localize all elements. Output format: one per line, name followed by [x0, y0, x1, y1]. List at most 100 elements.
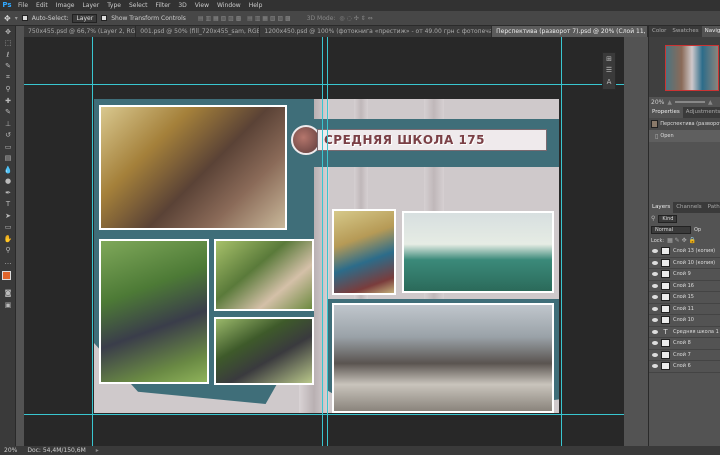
- pen-tool-icon[interactable]: ✒: [0, 187, 16, 199]
- layer-row[interactable]: Слой 7: [649, 350, 720, 361]
- photo-stairs-group[interactable]: [332, 303, 554, 413]
- properties-panel-icon[interactable]: ☰: [603, 65, 615, 77]
- shape-tool-icon[interactable]: ▭: [0, 222, 16, 234]
- photo-group-bench[interactable]: [402, 211, 554, 293]
- history-open-row[interactable]: ▯ Open: [649, 130, 720, 142]
- 3d-tools-icons[interactable]: ◎ ◌ ✣ ⇕ ⇔: [339, 15, 372, 22]
- eye-icon[interactable]: [652, 318, 658, 323]
- eraser-icon[interactable]: ▭: [0, 141, 16, 153]
- menu-3d[interactable]: 3D: [174, 0, 190, 11]
- navigator-thumbnail[interactable]: [665, 45, 719, 91]
- navigator-preview[interactable]: [649, 37, 720, 97]
- menu-edit[interactable]: Edit: [32, 0, 52, 11]
- eye-icon[interactable]: [652, 329, 658, 334]
- move-tool-icon[interactable]: ✥: [4, 14, 11, 23]
- menu-help[interactable]: Help: [245, 0, 267, 11]
- layer-row[interactable]: Слой 10 (копия): [649, 258, 720, 269]
- zoom-slider[interactable]: [674, 101, 705, 103]
- eyedropper-icon[interactable]: ⚲: [0, 84, 16, 96]
- tab-swatches[interactable]: Swatches: [669, 26, 701, 37]
- title-banner[interactable]: СРЕДНЯЯ ШКОЛА 175: [291, 125, 547, 155]
- path-select-icon[interactable]: ➤: [0, 210, 16, 222]
- healing-brush-icon[interactable]: ✚: [0, 95, 16, 107]
- foreground-color[interactable]: [2, 270, 11, 280]
- canvas-area[interactable]: СРЕДНЯЯ ШКОЛА 175: [24, 37, 624, 446]
- kind-dropdown[interactable]: Kind: [658, 214, 678, 223]
- menu-items: File Edit Image Layer Type Select Filter 3D View…: [14, 0, 266, 11]
- show-transform-checkbox[interactable]: [101, 15, 108, 21]
- layer-name: Слой 10 (копия): [673, 259, 716, 266]
- layer-row[interactable]: Слой 9: [649, 269, 720, 281]
- menu-image[interactable]: Image: [52, 0, 79, 11]
- move-tool-icon[interactable]: ✥: [0, 26, 16, 38]
- history-panel-icon[interactable]: ⊞: [603, 53, 615, 65]
- marquee-tool-icon[interactable]: ⬚: [0, 38, 16, 50]
- zoom-tool-icon[interactable]: ⚲: [0, 245, 16, 257]
- dodge-tool-icon[interactable]: ●: [0, 176, 16, 188]
- layer-row[interactable]: T Средняя школа 1: [649, 327, 720, 338]
- menu-type[interactable]: Type: [103, 0, 125, 11]
- crop-tool-icon[interactable]: ⌗: [0, 72, 16, 84]
- photo-tree-group[interactable]: [214, 239, 314, 311]
- tab-color[interactable]: Color: [649, 26, 669, 37]
- lasso-tool-icon[interactable]: ℓ: [0, 49, 16, 61]
- photo-group-outdoor[interactable]: [99, 239, 209, 384]
- tab-properties[interactable]: Properties: [649, 107, 683, 118]
- menu-view[interactable]: View: [191, 0, 213, 11]
- eye-icon[interactable]: [652, 249, 658, 254]
- blur-tool-icon[interactable]: 💧: [0, 164, 16, 176]
- document-tab[interactable]: 1200x450.psd @ 100% (фотокнига «престиж»…: [260, 26, 493, 37]
- layer-row[interactable]: Слой 10: [649, 315, 720, 327]
- document-tab[interactable]: 750x455.psd @ 66,7% (Layer 2, RGB/... ×: [24, 26, 137, 37]
- status-arrow-icon[interactable]: ▸: [96, 447, 99, 454]
- menu-select[interactable]: Select: [125, 0, 152, 11]
- quick-mask-icon[interactable]: ◙: [0, 288, 16, 300]
- navigator-zoom[interactable]: 20% ▲ ▲: [649, 97, 720, 107]
- color-swatches[interactable]: [0, 268, 15, 288]
- menu-layer[interactable]: Layer: [78, 0, 103, 11]
- auto-select-checkbox[interactable]: [21, 15, 28, 21]
- layer-row[interactable]: Слой 11: [649, 304, 720, 315]
- document-tab[interactable]: 001.psd @ 50% (fill_720x455_sam, RGB/8#)…: [136, 26, 261, 37]
- lock-icons[interactable]: ▦ ✎ ✥ 🔒: [667, 237, 696, 244]
- history-brush-icon[interactable]: ↺: [0, 130, 16, 142]
- tab-channels[interactable]: Channels: [673, 202, 704, 213]
- hand-tool-icon[interactable]: ✋: [0, 233, 16, 245]
- history-snapshot[interactable]: Перспектива (разворот 7).psd: [649, 118, 720, 130]
- photo-park-group[interactable]: [214, 317, 314, 385]
- type-tool-icon[interactable]: T: [0, 199, 16, 211]
- eye-icon[interactable]: [652, 352, 658, 357]
- layer-row[interactable]: Слой 6: [649, 361, 720, 373]
- eye-icon[interactable]: [652, 272, 658, 277]
- eye-icon[interactable]: [652, 283, 658, 288]
- blend-mode-dropdown[interactable]: Normal: [651, 225, 691, 234]
- menu-window[interactable]: Window: [213, 0, 245, 11]
- eye-icon[interactable]: [652, 295, 658, 300]
- brush-tool-icon[interactable]: ✎: [0, 107, 16, 119]
- menu-filter[interactable]: Filter: [152, 0, 175, 11]
- more-tools-icon[interactable]: …: [0, 256, 16, 268]
- layer-row[interactable]: Слой 15: [649, 292, 720, 304]
- layer-row[interactable]: Слой 16: [649, 281, 720, 292]
- photo-classroom[interactable]: [99, 105, 287, 230]
- eye-icon[interactable]: [652, 306, 658, 311]
- eye-icon[interactable]: [652, 260, 658, 265]
- auto-select-dropdown[interactable]: Layer: [72, 13, 98, 23]
- photo-two-girls[interactable]: [332, 209, 396, 295]
- clone-stamp-icon[interactable]: ⊥: [0, 118, 16, 130]
- layer-row[interactable]: Слой 8: [649, 338, 720, 350]
- character-panel-icon[interactable]: A: [603, 76, 615, 88]
- menu-file[interactable]: File: [14, 0, 32, 11]
- document-tab[interactable]: Перспектива (разворот 7).psd @ 20% (Слой…: [492, 26, 648, 37]
- eye-icon[interactable]: [652, 341, 658, 346]
- layer-row[interactable]: Слой 13 (копия): [649, 246, 720, 258]
- tab-paths[interactable]: Paths: [705, 202, 720, 213]
- screen-mode-icon[interactable]: ▣: [0, 299, 16, 311]
- align-icons[interactable]: ▤ ▥ ▦ ▧ ▨ ▩ ▤ ▥ ▦ ▧ ▨ ▩: [198, 15, 291, 22]
- eye-icon[interactable]: [652, 364, 658, 369]
- tab-layers[interactable]: Layers: [649, 202, 674, 213]
- tab-adjustments[interactable]: Adjustments: [683, 107, 720, 118]
- tab-navigator[interactable]: Navigator: [701, 26, 720, 37]
- quick-select-icon[interactable]: ✎: [0, 61, 16, 73]
- gradient-tool-icon[interactable]: ▤: [0, 153, 16, 165]
